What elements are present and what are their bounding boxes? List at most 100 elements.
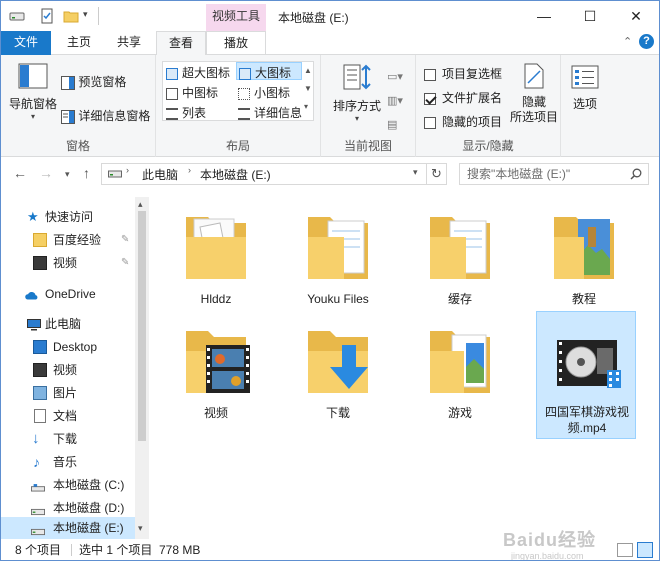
options-button[interactable]: 选项	[567, 65, 603, 112]
file-ext-box[interactable]	[424, 92, 436, 105]
music-note-icon: ♪	[33, 454, 40, 470]
nav-quick-access[interactable]: ★ 快速访问	[1, 206, 135, 228]
file-item-cache[interactable]: 缓存	[410, 201, 510, 321]
file-ext-toggle[interactable]: 文件扩展名	[424, 89, 502, 106]
nav-onedrive[interactable]: OneDrive	[1, 283, 135, 305]
cloud-icon	[25, 291, 38, 300]
breadcrumb-drive-e[interactable]: 本地磁盘 (E:)	[200, 166, 271, 183]
forward-button[interactable]: →	[39, 165, 53, 181]
layout-details[interactable]: 详细信息	[238, 104, 302, 121]
explorer-window: ▾ 视频工具 本地磁盘 (E:) — ☐ ✕ 文件 主页 共享 查看 播放 ⌃ …	[0, 0, 660, 561]
details-pane-button[interactable]: 详细信息窗格	[61, 107, 150, 124]
file-item-games[interactable]: 游戏	[410, 315, 510, 435]
sort-button[interactable]: 排序方式 ▾	[329, 63, 385, 123]
tab-file[interactable]: 文件	[1, 31, 51, 55]
file-name: 四国军棋游戏视频.mp4	[544, 405, 629, 435]
file-item-tutorial[interactable]: 教程	[534, 201, 634, 321]
file-item-downloads[interactable]: 下载	[288, 315, 388, 435]
group-by-icons[interactable]: ▭▾ ▥▾ ▤	[387, 65, 403, 137]
downloads-folder-icon	[308, 331, 368, 393]
sort-icon	[343, 64, 371, 90]
address-bar[interactable]: › 此电脑 › 本地磁盘 (E:) ▾	[101, 163, 427, 185]
tab-home[interactable]: 主页	[57, 31, 101, 55]
nav-item-drive-e[interactable]: 本地磁盘 (E:)	[1, 517, 135, 539]
tab-view[interactable]: 查看	[156, 31, 206, 56]
new-folder-icon[interactable]	[63, 8, 79, 24]
hide-selected-label-2: 所选项目	[509, 110, 558, 124]
preview-pane-button[interactable]: 预览窗格	[61, 73, 126, 90]
nav-item-downloads[interactable]: ↓ 下载	[1, 428, 135, 450]
hidden-items-toggle[interactable]: 隐藏的项目	[424, 113, 502, 130]
close-button[interactable]: ✕	[613, 1, 659, 31]
nav-item-drive-c[interactable]: 本地磁盘 (C:)	[1, 474, 135, 496]
refresh-button[interactable]: ↻	[427, 163, 447, 185]
nav-item-baidu[interactable]: 百度经验 ✎	[1, 229, 135, 251]
layout-scroll-icons[interactable]: ▲ ▼ ▾	[304, 62, 312, 116]
title-bar: ▾ 视频工具 本地磁盘 (E:) — ☐ ✕	[1, 1, 659, 31]
video-folder-icon	[186, 331, 250, 393]
recent-dropdown-icon[interactable]: ▾	[65, 169, 70, 180]
minimize-button[interactable]: —	[521, 1, 567, 31]
nav-this-pc[interactable]: 此电脑	[1, 313, 135, 335]
scroll-down-icon[interactable]: ▾	[138, 523, 143, 534]
nav-item-music[interactable]: ♪ 音乐	[1, 451, 135, 473]
file-item-hlddz[interactable]: Hlddz	[166, 201, 266, 321]
nav-scrollbar[interactable]: ▴ ▾	[135, 197, 149, 539]
back-button[interactable]: ←	[13, 165, 27, 181]
layout-small-icons[interactable]: 小图标	[238, 84, 290, 101]
layout-xl-icons[interactable]: 超大图标	[166, 64, 230, 81]
nav-item-pictures[interactable]: 图片	[1, 382, 135, 404]
up-button[interactable]: ↑	[83, 165, 90, 181]
nav-pane-label: 导航窗格	[8, 97, 57, 111]
file-name: 教程	[571, 292, 596, 306]
folder-icon	[33, 233, 47, 247]
qat-dropdown-icon[interactable]: ▾	[83, 9, 88, 20]
layout-list[interactable]: 列表	[166, 104, 206, 121]
pin-icon[interactable]: ✎	[121, 252, 129, 274]
breadcrumb-this-pc[interactable]: 此电脑	[142, 166, 178, 183]
nav-item-videos-quick[interactable]: 视频 ✎	[1, 252, 135, 274]
hide-selected-icon	[524, 63, 544, 89]
nav-item-documents[interactable]: 文档	[1, 405, 135, 427]
search-input[interactable]: 搜索"本地磁盘 (E:)"	[459, 163, 649, 185]
layout-group-label: 布局	[225, 139, 250, 153]
divider	[98, 7, 99, 25]
nav-scroll-thumb[interactable]	[138, 211, 146, 441]
address-dropdown-icon[interactable]: ▾	[413, 167, 418, 178]
nav-pane-button[interactable]: 导航窗格 ▾	[7, 63, 59, 121]
document-icon	[34, 409, 46, 423]
search-icon	[630, 168, 642, 180]
maximize-button[interactable]: ☐	[567, 1, 613, 31]
layout-xl-label: 超大图标	[182, 66, 231, 80]
large-icons-view-toggle[interactable]	[637, 542, 653, 558]
scroll-up-icon[interactable]: ▴	[138, 199, 143, 210]
layout-list-label: 列表	[182, 106, 207, 120]
hide-selected-button[interactable]: 隐藏 所选项目	[508, 63, 560, 125]
item-checkbox-toggle[interactable]: 项目复选框	[424, 65, 502, 82]
properties-icon[interactable]	[39, 8, 55, 24]
tab-play[interactable]: 播放	[206, 31, 266, 56]
divider	[71, 544, 72, 556]
layout-large-icons[interactable]: 大图标	[236, 62, 302, 80]
file-item-youku[interactable]: Youku Files	[288, 201, 388, 321]
item-checkbox-box[interactable]	[424, 68, 436, 81]
details-pane-label: 详细信息窗格	[78, 109, 151, 123]
file-item-videos[interactable]: 视频	[166, 315, 266, 435]
folder-icon	[430, 331, 490, 393]
window-title: 本地磁盘 (E:)	[278, 11, 349, 25]
context-tab-video-tools[interactable]: 视频工具	[206, 4, 266, 31]
file-item-mp4[interactable]: 四国军棋游戏视频.mp4	[536, 311, 636, 439]
help-icon[interactable]: ?	[639, 34, 654, 49]
layout-medium-icons[interactable]: 中图标	[166, 84, 218, 101]
layout-details-label: 详细信息	[254, 106, 303, 120]
nav-item-drive-d[interactable]: 本地磁盘 (D:)	[1, 497, 135, 519]
pin-icon[interactable]: ✎	[121, 229, 129, 251]
hidden-items-box[interactable]	[424, 116, 436, 129]
details-view-toggle[interactable]	[617, 543, 633, 557]
video-folder-icon	[33, 256, 47, 270]
nav-item-videos[interactable]: 视频	[1, 359, 135, 381]
nav-item-videos-label: 视频	[53, 363, 78, 377]
nav-item-desktop[interactable]: Desktop	[1, 336, 135, 358]
collapse-ribbon-icon[interactable]: ⌃	[623, 35, 632, 48]
tab-share[interactable]: 共享	[107, 31, 151, 55]
